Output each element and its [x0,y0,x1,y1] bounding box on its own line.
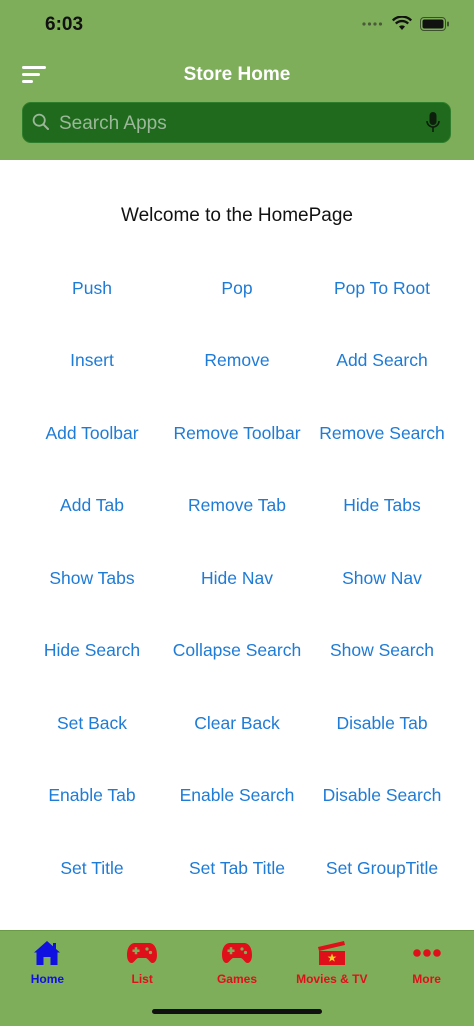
hide-search-button[interactable]: Hide Search [13,615,171,687]
remove-search-button[interactable]: Remove Search [303,397,461,469]
show-search-button[interactable]: Show Search [303,615,461,687]
tab-movies-tv[interactable]: Movies & TV [284,931,379,991]
status-icons [362,16,450,31]
tab-list-label: List [131,972,153,986]
tab-home-label: Home [30,972,65,986]
enable-tab-button[interactable]: Enable Tab [13,760,171,832]
pop-to-root-button[interactable]: Pop To Root [303,252,461,324]
pop-button[interactable]: Pop [158,252,316,324]
hide-nav-button[interactable]: Hide Nav [158,542,316,614]
hide-tabs-button[interactable]: Hide Tabs [303,470,461,542]
show-tabs-button[interactable]: Show Tabs [13,542,171,614]
remove-toolbar-button[interactable]: Remove Toolbar [158,397,316,469]
welcome-text: Welcome to the HomePage [121,205,353,226]
cellular-signal-icon [362,21,383,26]
search-bar[interactable] [22,102,451,144]
disable-tab-button[interactable]: Disable Tab [303,687,461,759]
status-time: 6:03 [45,14,84,35]
button-row: Set Back Clear Back Disable Tab [0,687,474,760]
tab-movies-tv-label: Movies & TV [296,972,368,986]
remove-button[interactable]: Remove [158,325,316,397]
gamecontroller-icon [221,943,252,963]
tab-more-label: More [412,972,441,986]
button-row: Set Title Set Tab Title Set GroupTitle [0,832,474,905]
search-icon [32,113,49,130]
push-button[interactable]: Push [13,252,171,324]
more-icon [412,949,441,957]
add-toolbar-button[interactable]: Add Toolbar [13,397,171,469]
tab-games[interactable]: Games [190,931,285,991]
show-nav-button[interactable]: Show Nav [303,542,461,614]
add-tab-button[interactable]: Add Tab [13,470,171,542]
tab-home[interactable]: Home [0,931,95,991]
collapse-search-button[interactable]: Collapse Search [158,615,316,687]
microphone-icon[interactable] [426,111,440,135]
film-icon [317,941,345,965]
gamecontroller-icon [127,943,158,963]
navigation-header: 6:03 Store Home [0,0,474,160]
set-tab-title-button[interactable]: Set Tab Title [158,832,316,904]
set-group-title-button[interactable]: Set GroupTitle [303,832,461,904]
button-row: Add Toolbar Remove Toolbar Remove Search [0,397,474,470]
home-indicator[interactable] [152,1009,322,1014]
button-row: Enable Tab Enable Search Disable Search [0,760,474,833]
insert-button[interactable]: Insert [13,325,171,397]
action-button-grid: Push Pop Pop To Root Insert Remove Add S… [0,252,474,905]
house-icon [34,941,61,965]
disable-search-button[interactable]: Disable Search [303,760,461,832]
set-title-button[interactable]: Set Title [13,832,171,904]
set-back-button[interactable]: Set Back [13,687,171,759]
tab-games-label: Games [216,972,257,986]
button-row: Insert Remove Add Search [0,325,474,398]
page-title: Store Home [183,64,291,85]
button-row: Show Tabs Hide Nav Show Nav [0,542,474,615]
tab-list[interactable]: List [95,931,190,991]
remove-tab-button[interactable]: Remove Tab [158,470,316,542]
button-row: Hide Search Collapse Search Show Search [0,615,474,688]
clear-back-button[interactable]: Clear Back [158,687,316,759]
enable-search-button[interactable]: Enable Search [158,760,316,832]
battery-icon [420,16,449,31]
button-row: Push Pop Pop To Root [0,252,474,325]
tab-more[interactable]: More [379,931,474,991]
button-row: Add Tab Remove Tab Hide Tabs [0,470,474,543]
wifi-icon [392,16,412,30]
add-search-button[interactable]: Add Search [303,325,461,397]
search-input[interactable] [57,103,421,144]
